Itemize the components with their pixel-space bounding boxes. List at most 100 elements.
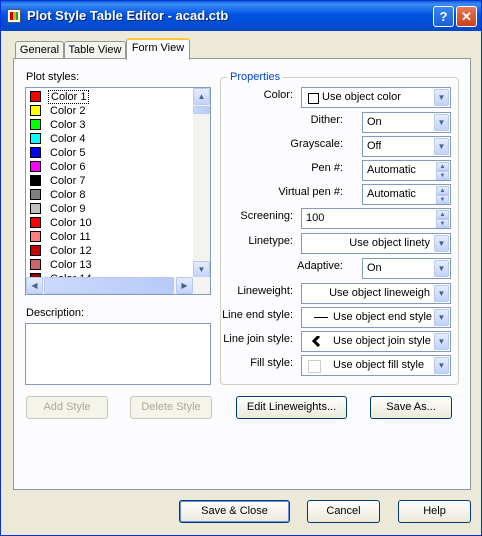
scroll-thumb[interactable] xyxy=(193,106,210,114)
chevron-down-icon[interactable]: ▼ xyxy=(434,309,449,326)
tab-form-view[interactable]: Form View xyxy=(126,38,190,60)
save-close-button[interactable]: Save & Close xyxy=(179,500,290,523)
virtual-pen-label: Virtual pen #: xyxy=(278,186,343,198)
plot-styles-label: Plot styles: xyxy=(26,71,80,83)
spin-down-icon[interactable]: ▼ xyxy=(436,195,449,204)
list-item[interactable]: Color 6 xyxy=(28,160,188,174)
list-item[interactable]: Color 13 xyxy=(28,258,188,272)
color-swatch xyxy=(30,105,41,116)
color-swatch xyxy=(30,231,41,242)
list-item[interactable]: Color 1 xyxy=(28,90,188,104)
edit-lineweights-button[interactable]: Edit Lineweights... xyxy=(236,396,347,419)
cancel-button[interactable]: Cancel xyxy=(307,500,380,523)
list-item[interactable]: Color 7 xyxy=(28,174,188,188)
line-end-style-label: Line end style: xyxy=(222,309,293,321)
title-bar: Plot Style Table Editor - acad.ctb ? ✕ xyxy=(1,1,481,31)
spin-up-icon[interactable]: ▲ xyxy=(436,186,449,195)
fill-style-select[interactable]: Use object fill style ▼ xyxy=(301,355,451,376)
grayscale-select[interactable]: Off ▼ xyxy=(362,136,451,157)
chevron-down-icon[interactable]: ▼ xyxy=(434,285,449,302)
chevron-down-icon[interactable]: ▼ xyxy=(434,357,449,374)
color-label: Color: xyxy=(263,89,293,101)
screening-spinner[interactable]: 100 ▲ ▼ xyxy=(301,208,451,229)
spin-down-icon[interactable]: ▼ xyxy=(436,219,449,228)
dither-select[interactable]: On ▼ xyxy=(362,112,451,133)
list-item-label: Color 8 xyxy=(50,189,86,201)
list-item[interactable]: Color 8 xyxy=(28,188,188,202)
scroll-up-icon[interactable]: ▲ xyxy=(193,88,210,105)
description-label: Description: xyxy=(26,307,85,319)
description-field[interactable] xyxy=(25,323,211,385)
list-item[interactable]: Color 4 xyxy=(28,132,188,146)
pen-number-spinner[interactable]: Automatic ▲ ▼ xyxy=(362,160,451,181)
list-item-label: Color 4 xyxy=(50,133,86,145)
chevron-down-icon[interactable]: ▼ xyxy=(434,333,449,350)
color-select[interactable]: Use object color ▼ xyxy=(301,87,451,108)
tab-general[interactable]: General xyxy=(15,41,64,59)
color-swatch xyxy=(30,259,41,270)
spin-down-icon[interactable]: ▼ xyxy=(436,171,449,180)
chevron-down-icon[interactable]: ▼ xyxy=(434,138,449,155)
chevron-down-icon[interactable]: ▼ xyxy=(434,114,449,131)
screening-label: Screening: xyxy=(240,210,293,222)
lineweight-select[interactable]: Use object lineweigh ▼ xyxy=(301,283,451,304)
list-item[interactable]: Color 11 xyxy=(28,230,188,244)
properties-title: Properties xyxy=(227,71,284,83)
scroll-right-icon[interactable]: ▶ xyxy=(176,277,193,294)
list-item-label: Color 5 xyxy=(50,147,86,159)
list-item-label: Color 9 xyxy=(50,203,86,215)
line-end-style-select[interactable]: Use object end style ▼ xyxy=(301,307,451,328)
color-swatch xyxy=(30,147,41,158)
list-item[interactable]: Color 9 xyxy=(28,202,188,216)
spin-up-icon[interactable]: ▲ xyxy=(436,210,449,219)
plot-styles-list[interactable]: Color 1 Color 2 Color 3 Color 4 Color 5 Color… xyxy=(25,87,211,295)
fill-style-label: Fill style: xyxy=(250,357,293,369)
line-join-style-select[interactable]: Use object join style ▼ xyxy=(301,331,451,352)
scroll-left-icon[interactable]: ◀ xyxy=(26,277,43,294)
chevron-down-icon[interactable]: ▼ xyxy=(434,235,449,252)
grayscale-label: Grayscale: xyxy=(290,138,343,150)
save-as-button[interactable]: Save As... xyxy=(370,396,452,419)
list-item-label: Color 2 xyxy=(50,105,86,117)
linetype-label: Linetype: xyxy=(248,235,293,247)
color-swatch xyxy=(30,161,41,172)
list-item-label: Color 6 xyxy=(50,161,86,173)
spin-up-icon[interactable]: ▲ xyxy=(436,162,449,171)
list-item[interactable]: Color 5 xyxy=(28,146,188,160)
line-join-icon xyxy=(312,336,321,347)
list-item-label: Color 11 xyxy=(50,231,91,243)
help-button[interactable]: Help xyxy=(398,500,471,523)
list-item-label: Color 13 xyxy=(50,259,92,271)
chevron-down-icon[interactable]: ▼ xyxy=(434,89,449,106)
line-end-icon xyxy=(314,317,328,318)
pen-number-label: Pen #: xyxy=(311,162,343,174)
list-item[interactable]: Color 3 xyxy=(28,118,188,132)
color-swatch xyxy=(30,175,41,186)
color-swatch xyxy=(30,133,41,144)
list-item[interactable]: Color 10 xyxy=(28,216,188,230)
list-item[interactable]: Color 2 xyxy=(28,104,188,118)
scroll-thumb-horizontal[interactable] xyxy=(44,277,174,294)
plot-style-icon xyxy=(7,9,21,23)
list-item-label: Color 7 xyxy=(50,175,86,187)
plot-style-table-editor-window: Plot Style Table Editor - acad.ctb ? ✕ G… xyxy=(0,0,482,536)
scroll-down-icon[interactable]: ▼ xyxy=(193,261,210,278)
window-title: Plot Style Table Editor - acad.ctb xyxy=(27,8,229,23)
adaptive-select[interactable]: On ▼ xyxy=(362,258,451,279)
add-style-button[interactable]: Add Style xyxy=(26,396,108,419)
help-title-button[interactable]: ? xyxy=(433,6,454,27)
vertical-scrollbar[interactable]: ▲ ▼ xyxy=(193,88,210,278)
line-join-style-label: Line join style: xyxy=(223,333,293,345)
chevron-down-icon[interactable]: ▼ xyxy=(434,260,449,277)
linetype-select[interactable]: Use object linety ▼ xyxy=(301,233,451,254)
tab-table-view[interactable]: Table View xyxy=(64,41,126,59)
list-item[interactable]: Color 12 xyxy=(28,244,188,258)
horizontal-scrollbar[interactable]: ◀ ▶ xyxy=(26,277,210,294)
list-item-label: Color 3 xyxy=(50,119,86,131)
close-button[interactable]: ✕ xyxy=(456,6,477,27)
virtual-pen-spinner[interactable]: Automatic ▲ ▼ xyxy=(362,184,451,205)
adaptive-label: Adaptive: xyxy=(297,260,343,272)
delete-style-button[interactable]: Delete Style xyxy=(130,396,212,419)
color-swatch xyxy=(30,119,41,130)
color-swatch xyxy=(30,245,41,256)
